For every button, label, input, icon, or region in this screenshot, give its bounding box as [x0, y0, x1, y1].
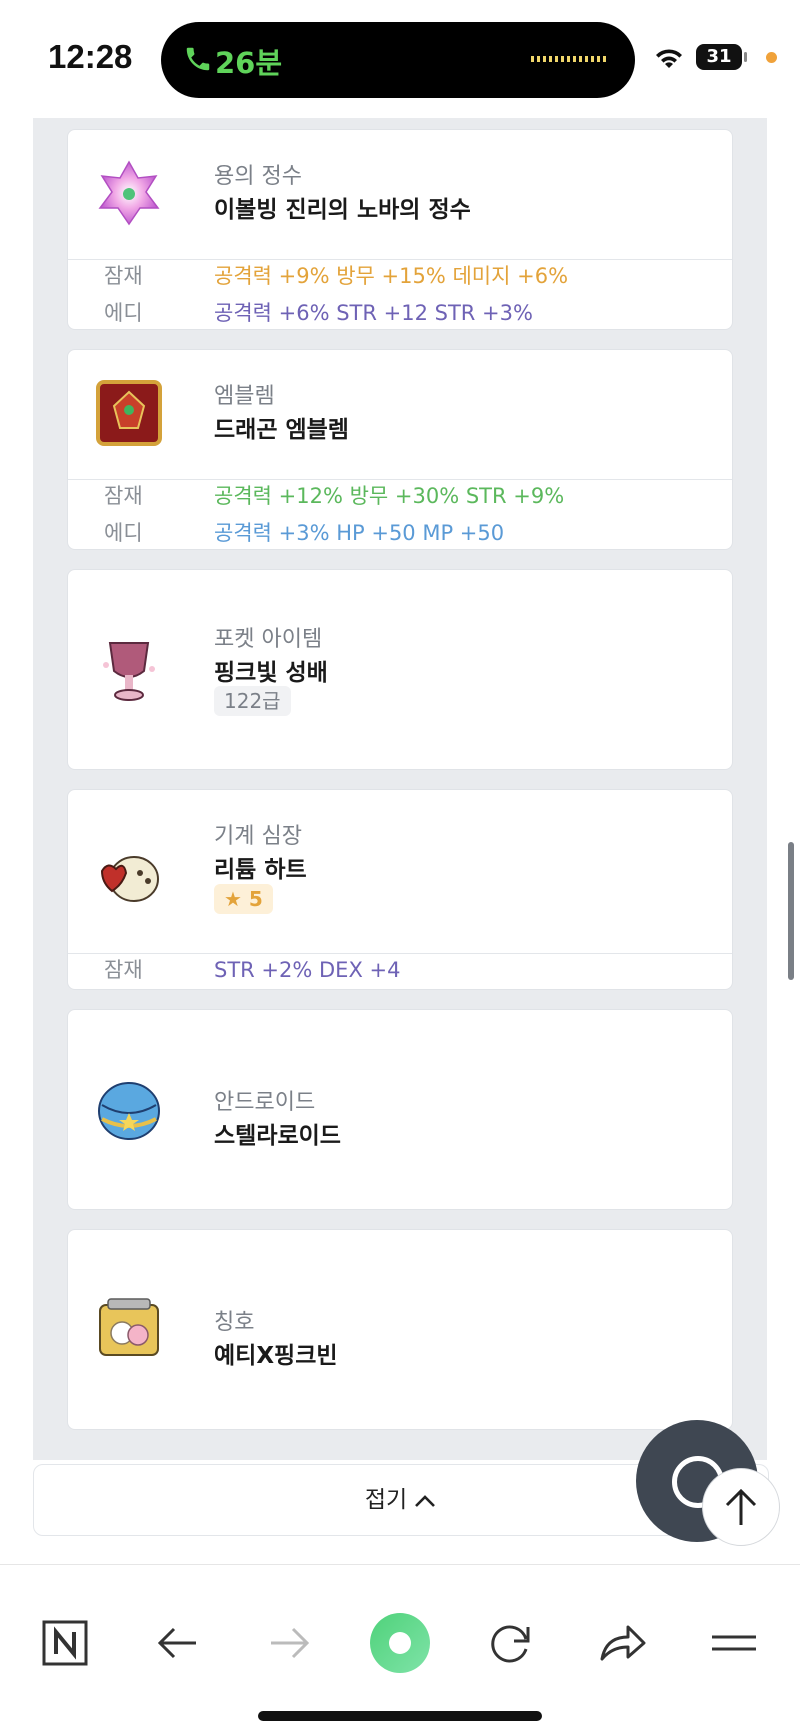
refresh-icon[interactable] — [482, 1615, 538, 1671]
item-card[interactable]: 용의 정수 이볼빙 진리의 노바의 정수 잠재 공격력 +9% 방무 +15% … — [67, 129, 733, 330]
call-duration: 26분 — [215, 46, 283, 80]
item-name: 드래곤 엠블렘 — [214, 417, 349, 443]
menu-icon[interactable] — [706, 1615, 762, 1671]
emblem-icon — [96, 380, 162, 446]
option-value: 공격력 +3% HP +50 MP +50 — [214, 521, 505, 545]
option-value: 공격력 +9% 방무 +15% 데미지 +6% — [214, 264, 569, 288]
dynamic-island[interactable]: 26분 — [161, 22, 635, 98]
page-content: 용의 정수 이볼빙 진리의 노바의 정수 잠재 공격력 +9% 방무 +15% … — [0, 118, 800, 1564]
option-value: 공격력 +6% STR +12 STR +3% — [214, 301, 533, 325]
item-options: 잠재 STR +2% DEX +4 — [68, 953, 732, 989]
star-badge: ★ 5 — [214, 884, 273, 914]
equipment-panel: 용의 정수 이볼빙 진리의 노바의 정수 잠재 공격력 +9% 방무 +15% … — [33, 118, 767, 1460]
home-indicator[interactable] — [258, 1711, 542, 1721]
item-options: 잠재 공격력 +12% 방무 +30% STR +9% 에디 공격력 +3% H… — [68, 479, 732, 549]
phone-icon — [186, 47, 210, 71]
option-row: 잠재 공격력 +12% 방무 +30% STR +9% — [68, 481, 732, 511]
item-category: 기계 심장 — [214, 824, 302, 849]
item-card[interactable]: 안드로이드 스텔라로이드 — [67, 1009, 733, 1210]
battery-icon: 31 — [696, 44, 742, 70]
item-card[interactable]: 포켓 아이템 핑크빛 성배 122급 — [67, 569, 733, 770]
option-row: 잠재 STR +2% DEX +4 — [68, 955, 732, 985]
item-card[interactable]: 기계 심장 리튬 하트 ★ 5 잠재 STR +2% DEX +4 — [67, 789, 733, 990]
android-icon — [98, 1082, 160, 1140]
browser-toolbar — [0, 1564, 800, 1735]
option-label: 에디 — [104, 301, 143, 325]
option-row: 잠재 공격력 +9% 방무 +15% 데미지 +6% — [68, 261, 732, 291]
item-category: 칭호 — [214, 1310, 255, 1335]
battery-tip — [744, 52, 747, 62]
item-category: 용의 정수 — [214, 164, 302, 189]
item-category: 엠블렘 — [214, 384, 275, 409]
naver-icon[interactable] — [37, 1615, 93, 1671]
title-medal-icon — [99, 1298, 159, 1356]
back-arrow-icon[interactable] — [150, 1615, 206, 1671]
item-card[interactable]: 칭호 예티X핑크빈 — [67, 1229, 733, 1430]
status-time: 12:28 — [48, 38, 133, 75]
option-value: STR +2% DEX +4 — [214, 958, 401, 982]
green-home-icon[interactable] — [368, 1611, 432, 1675]
fold-label: 접기 — [364, 1487, 408, 1513]
arrow-up-icon — [725, 1488, 757, 1525]
wifi-icon — [656, 49, 682, 68]
mic-indicator — [766, 52, 777, 63]
chalice-icon — [103, 642, 155, 701]
item-name: 핑크빛 성배 — [214, 660, 328, 686]
chevron-up-icon — [415, 1494, 436, 1507]
option-label: 잠재 — [104, 958, 143, 982]
dragon-essence-icon — [98, 160, 160, 226]
grade-badge: 122급 — [214, 686, 291, 716]
option-value: 공격력 +12% 방무 +30% STR +9% — [214, 484, 565, 508]
audio-waveform — [531, 56, 609, 62]
forward-arrow-icon[interactable] — [261, 1615, 317, 1671]
item-category: 안드로이드 — [214, 1090, 316, 1115]
battery-level: 31 — [706, 46, 732, 67]
scrollbar-thumb[interactable] — [788, 842, 794, 980]
item-category: 포켓 아이템 — [214, 627, 323, 652]
mechanical-heart-icon — [100, 856, 159, 902]
scroll-top-button[interactable] — [702, 1468, 780, 1546]
item-options: 잠재 공격력 +9% 방무 +15% 데미지 +6% 에디 공격력 +6% ST… — [68, 259, 732, 329]
item-name: 이볼빙 진리의 노바의 정수 — [214, 197, 471, 223]
status-bar: 12:28 26분 31 — [0, 0, 800, 118]
option-label: 잠재 — [104, 484, 143, 508]
option-row: 에디 공격력 +6% STR +12 STR +3% — [68, 298, 732, 328]
option-row: 에디 공격력 +3% HP +50 MP +50 — [68, 518, 732, 548]
item-card[interactable]: 엠블렘 드래곤 엠블렘 잠재 공격력 +12% 방무 +30% STR +9% … — [67, 349, 733, 550]
item-name: 스텔라로이드 — [214, 1123, 341, 1149]
option-label: 에디 — [104, 521, 143, 545]
option-label: 잠재 — [104, 264, 143, 288]
item-name: 예티X핑크빈 — [214, 1343, 338, 1369]
share-icon[interactable] — [594, 1615, 650, 1671]
item-name: 리튬 하트 — [214, 857, 307, 883]
